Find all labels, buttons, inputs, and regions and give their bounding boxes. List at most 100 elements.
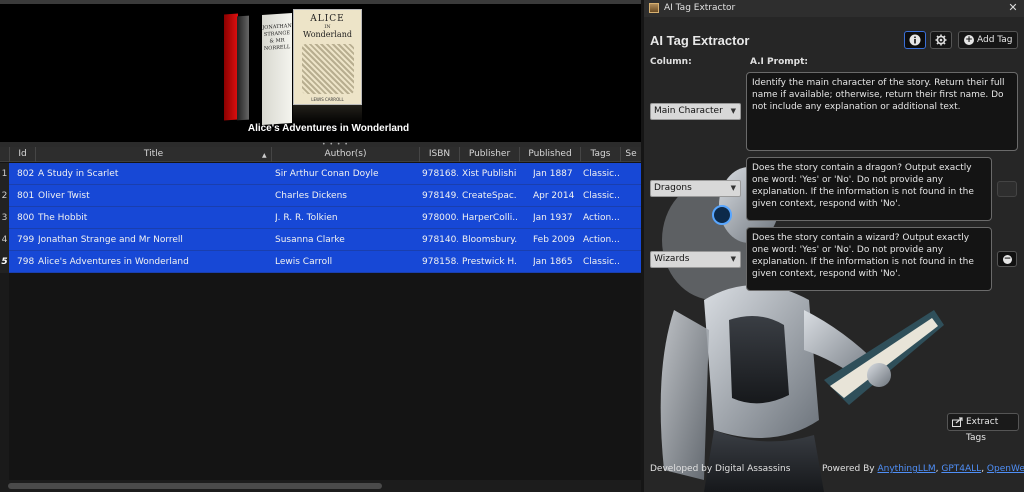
- column-header-published[interactable]: Published: [519, 147, 580, 162]
- table-row[interactable]: 1 802 A Study in Scarlet Sir Arthur Cona…: [0, 163, 641, 185]
- developer-credit: Developed by Digital Assassins: [650, 464, 791, 474]
- cell-tags: Classic...: [583, 169, 619, 179]
- prompt-textarea-main-character[interactable]: Identify the main character of the story…: [746, 72, 1018, 151]
- row-number-gutter: [0, 273, 9, 480]
- powered-by-label: Powered By: [822, 464, 878, 474]
- cover-reflection: [293, 105, 362, 125]
- link-anythingllm[interactable]: AnythingLLM: [878, 464, 936, 474]
- cell-tags: Action...: [583, 235, 619, 245]
- link-gpt4all[interactable]: GPT4ALL: [941, 464, 981, 474]
- select-value: Dragons: [654, 183, 692, 193]
- add-tag-label: Add Tag: [977, 35, 1013, 45]
- cell-tags: Action...: [583, 213, 619, 223]
- cell-title: The Hobbit: [38, 213, 88, 223]
- row-number-current: 5: [0, 251, 9, 273]
- cell-publisher: Xist Publishi...: [462, 169, 517, 179]
- table-header: Id Title ▲ Author(s) ISBN Publisher Publ…: [0, 147, 641, 162]
- select-value: Main Character: [654, 106, 723, 116]
- close-button[interactable]: ✕: [1006, 1, 1020, 15]
- cover-alice-line1: ALICE: [310, 14, 345, 24]
- ai-tag-extractor-window: AI Tag Extractor ✕ AI Tag Extractor + Ad…: [644, 0, 1024, 492]
- book-cover-dark[interactable]: [237, 15, 249, 121]
- book-table[interactable]: Id Title ▲ Author(s) ISBN Publisher Publ…: [0, 147, 641, 480]
- extract-tags-button[interactable]: Extract Tags: [947, 413, 1019, 443]
- add-tag-button[interactable]: + Add Tag: [958, 31, 1018, 49]
- cell-id: 799: [17, 235, 35, 245]
- column-select-wizards[interactable]: Wizards ▼: [650, 251, 741, 268]
- gear-icon: [935, 34, 947, 46]
- cover-jsmn-text: JONATHAN STRANGE & MR NORRELL: [262, 22, 292, 52]
- cell-published: Jan 1865: [533, 257, 573, 267]
- column-select-main-character[interactable]: Main Character ▼: [650, 103, 741, 120]
- minus-circle-icon: −: [1003, 254, 1012, 264]
- cell-author: Charles Dickens: [275, 191, 347, 201]
- cell-publisher: Prestwick H...: [462, 257, 517, 267]
- table-row[interactable]: 3 800 The Hobbit J. R. R. Tolkien 978000…: [0, 207, 641, 229]
- cell-published: Apr 2014: [533, 191, 575, 201]
- settings-button[interactable]: [930, 31, 952, 49]
- prompt-label: A.I Prompt:: [750, 57, 808, 67]
- cover-flow-title: Alice's Adventures in Wonderland: [247, 123, 410, 134]
- cell-id: 800: [17, 213, 35, 223]
- cell-isbn: 978149...: [422, 191, 458, 201]
- info-button[interactable]: [904, 31, 926, 49]
- cover-alice-author: LEWIS CARROLL: [311, 97, 344, 102]
- book-cover-jonathan-strange[interactable]: JONATHAN STRANGE & MR NORRELL: [262, 12, 292, 126]
- chevron-down-icon: ▼: [730, 184, 736, 192]
- window-title: AI Tag Extractor: [664, 3, 736, 13]
- row-number: 4: [0, 229, 9, 251]
- column-header-id[interactable]: Id: [9, 147, 35, 162]
- column-header-publisher[interactable]: Publisher: [459, 147, 519, 162]
- cell-publisher: Bloomsbury...: [462, 235, 517, 245]
- column-select-dragons[interactable]: Dragons ▼: [650, 180, 741, 197]
- splitter-grip-icon[interactable]: • • • •: [322, 142, 349, 148]
- book-cover-alice[interactable]: ALICE IN Wonderland LEWIS CARROLL: [293, 9, 362, 105]
- scrollbar-thumb[interactable]: [8, 483, 382, 489]
- prompt-textarea-wizards[interactable]: Does the story contain a wizard? Output …: [746, 227, 992, 291]
- book-cover-red[interactable]: [224, 13, 238, 121]
- cell-author: J. R. R. Tolkien: [275, 213, 338, 223]
- panel-title: AI Tag Extractor: [650, 33, 750, 48]
- cell-isbn: 978168...: [422, 169, 458, 179]
- table-row[interactable]: 5 798 Alice's Adventures in Wonderland L…: [0, 251, 641, 273]
- cell-isbn: 978158...: [422, 257, 458, 267]
- table-row[interactable]: 4 799 Jonathan Strange and Mr Norrell Su…: [0, 229, 641, 251]
- cover-flow[interactable]: JONATHAN STRANGE & MR NORRELL ALICE IN W…: [0, 4, 641, 142]
- cell-tags: Classic...: [583, 257, 619, 267]
- column-header-series[interactable]: Se: [620, 147, 641, 162]
- cover-alice-line3: Wonderland: [303, 30, 352, 39]
- cell-id: 798: [17, 257, 35, 267]
- sort-ascending-icon: ▲: [262, 152, 267, 159]
- chevron-down-icon: ▼: [730, 107, 736, 115]
- cell-id: 801: [17, 191, 35, 201]
- column-header-authors[interactable]: Author(s): [271, 147, 419, 162]
- column-label: Column:: [650, 57, 692, 67]
- row-number: 2: [0, 185, 9, 207]
- select-value: Wizards: [654, 254, 690, 264]
- column-header-tags[interactable]: Tags: [580, 147, 620, 162]
- cell-published: Feb 2009: [533, 235, 575, 245]
- row-number: 3: [0, 207, 9, 229]
- extract-tags-label: Extract Tags: [966, 417, 999, 443]
- remove-tag-button[interactable]: −: [997, 251, 1017, 267]
- cell-author: Lewis Carroll: [275, 257, 333, 267]
- cell-isbn: 978140...: [422, 235, 458, 245]
- cell-title: A Study in Scarlet: [38, 169, 119, 179]
- chevron-down-icon: ▼: [730, 255, 736, 263]
- link-openwebui[interactable]: OpenWebUI: [987, 464, 1024, 474]
- prompt-textarea-dragons[interactable]: Does the story contain a dragon? Output …: [746, 157, 992, 221]
- column-header-title[interactable]: Title: [35, 147, 271, 162]
- cell-author: Sir Arthur Conan Doyle: [275, 169, 379, 179]
- cell-isbn: 978000...: [422, 213, 458, 223]
- table-row[interactable]: 2 801 Oliver Twist Charles Dickens 97814…: [0, 185, 641, 207]
- cell-publisher: CreateSpac...: [462, 191, 517, 201]
- plus-circle-icon: +: [964, 35, 974, 45]
- cell-published: Jan 1937: [533, 213, 573, 223]
- powered-by: Powered By AnythingLLM, GPT4ALL, OpenWeb…: [822, 464, 1024, 474]
- cell-id: 802: [17, 169, 35, 179]
- export-icon: [952, 417, 963, 427]
- library-pane: JONATHAN STRANGE & MR NORRELL ALICE IN W…: [0, 0, 641, 492]
- column-header-isbn[interactable]: ISBN: [419, 147, 459, 162]
- app-window: JONATHAN STRANGE & MR NORRELL ALICE IN W…: [0, 0, 1024, 492]
- remove-tag-button-disabled[interactable]: [997, 181, 1017, 197]
